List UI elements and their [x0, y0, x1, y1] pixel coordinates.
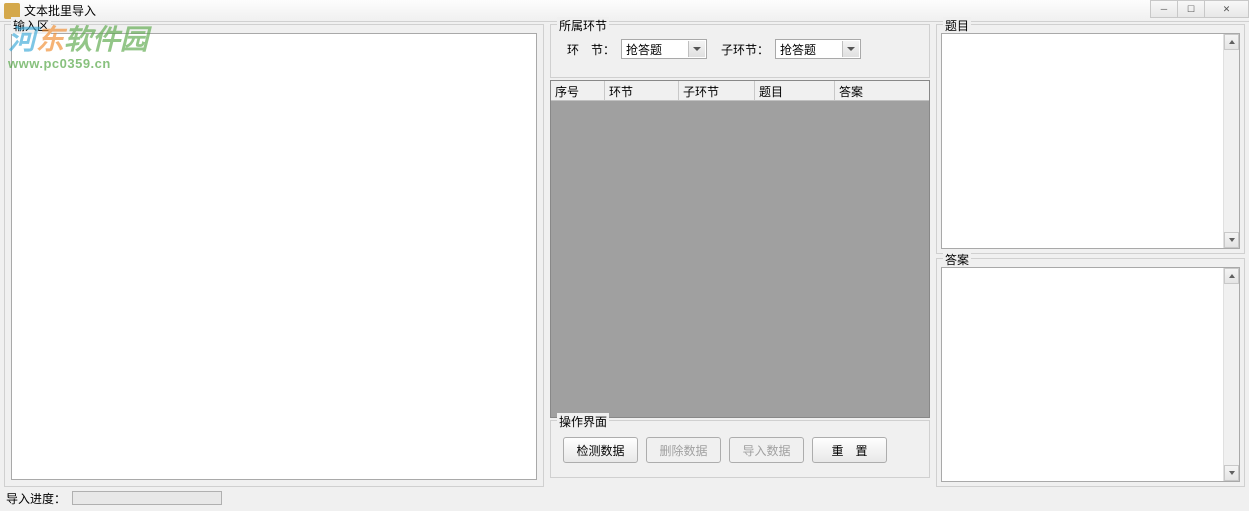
- section-groupbox: 所属环节 环 节： 抢答题 子环节： 抢答题: [550, 24, 930, 78]
- scroll-down-button[interactable]: [1224, 232, 1239, 248]
- th-answer[interactable]: 答案: [835, 81, 929, 100]
- th-subsection[interactable]: 子环节: [679, 81, 755, 100]
- table-header: 序号 环节 子环节 题目 答案: [551, 81, 929, 101]
- content-area: 输入区 所属环节 环 节： 抢答题 子环节： 抢答题 序号: [0, 22, 1249, 487]
- ops-groupbox: 操作界面 检测数据 删除数据 导入数据 重 置: [550, 420, 930, 478]
- sub-section-label: 子环节：: [721, 41, 769, 58]
- ops-legend: 操作界面: [557, 413, 609, 430]
- maximize-button[interactable]: ☐: [1177, 0, 1205, 18]
- window-controls: ─ ☐ ✕: [1151, 0, 1249, 18]
- import-button[interactable]: 导入数据: [729, 437, 804, 463]
- section-row: 环 节： 抢答题 子环节： 抢答题: [567, 39, 923, 59]
- sub-section-value: 抢答题: [780, 41, 816, 58]
- scroll-down-button[interactable]: [1224, 465, 1239, 481]
- statusbar: 导入进度：: [0, 487, 1249, 509]
- scroll-up-button[interactable]: [1224, 34, 1239, 50]
- reset-button[interactable]: 重 置: [812, 437, 887, 463]
- main-section-label: 环 节：: [567, 41, 615, 58]
- delete-button[interactable]: 删除数据: [646, 437, 721, 463]
- progress-bar: [72, 491, 222, 505]
- progress-label: 导入进度：: [6, 490, 66, 507]
- ops-buttons: 检测数据 删除数据 导入数据 重 置: [557, 429, 923, 469]
- close-button[interactable]: ✕: [1204, 0, 1249, 18]
- section-legend: 所属环节: [557, 17, 609, 34]
- question-legend: 题目: [943, 17, 971, 34]
- main-section-value: 抢答题: [626, 41, 662, 58]
- right-column: 题目 答案: [936, 24, 1245, 487]
- chevron-down-icon: [693, 47, 701, 51]
- chevron-down-icon: [847, 47, 855, 51]
- minimize-button[interactable]: ─: [1150, 0, 1178, 18]
- data-table[interactable]: 序号 环节 子环节 题目 答案: [550, 80, 930, 418]
- titlebar: 文本批里导入 ─ ☐ ✕: [0, 0, 1249, 22]
- th-section[interactable]: 环节: [605, 81, 679, 100]
- chevron-down-icon: [1229, 471, 1235, 475]
- chevron-up-icon: [1229, 40, 1235, 44]
- th-index[interactable]: 序号: [551, 81, 605, 100]
- input-groupbox: 输入区: [4, 24, 544, 487]
- table-body: [551, 101, 929, 417]
- answer-textarea[interactable]: [941, 267, 1240, 483]
- detect-button[interactable]: 检测数据: [563, 437, 638, 463]
- scrollbar[interactable]: [1223, 268, 1239, 482]
- answer-legend: 答案: [943, 251, 971, 268]
- chevron-up-icon: [1229, 274, 1235, 278]
- answer-groupbox: 答案: [936, 258, 1245, 488]
- chevron-down-icon: [1229, 238, 1235, 242]
- sub-section-dropdown[interactable]: 抢答题: [775, 39, 861, 59]
- main-section-dropdown[interactable]: 抢答题: [621, 39, 707, 59]
- scroll-up-button[interactable]: [1224, 268, 1239, 284]
- question-groupbox: 题目: [936, 24, 1245, 254]
- input-textarea[interactable]: [11, 33, 537, 480]
- question-textarea[interactable]: [941, 33, 1240, 249]
- scrollbar[interactable]: [1223, 34, 1239, 248]
- input-legend: 输入区: [11, 17, 51, 34]
- left-column: 输入区: [4, 24, 544, 487]
- middle-column: 所属环节 环 节： 抢答题 子环节： 抢答题 序号 环节 子环节 题目: [550, 24, 930, 487]
- th-question[interactable]: 题目: [755, 81, 835, 100]
